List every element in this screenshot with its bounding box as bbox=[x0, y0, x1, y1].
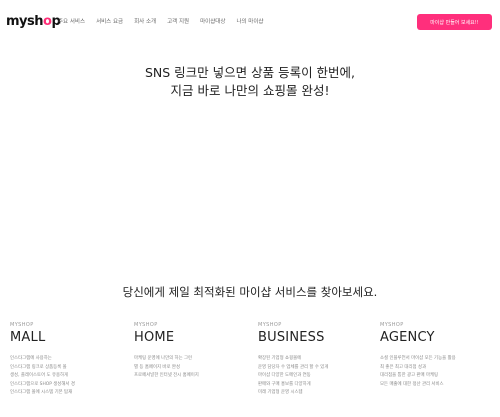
service-label: MYSHOP bbox=[380, 322, 404, 328]
desc-line: 운영 담당자 수 업체를 관리 할 수 있게 bbox=[258, 364, 329, 370]
desc-line: 인스타그램 링크로 상품등록 몰 bbox=[10, 364, 67, 370]
service-desc: 확장된 기업형 쇼핑몰에 운영 담당자 수 업체를 관리 할 수 있게 마이샵 … bbox=[258, 355, 368, 398]
hero-line-2: 지금 바로 나만의 쇼핑몰 완성! bbox=[170, 83, 330, 98]
hero-line-1: SNS 링크만 넣으면 상품 등록이 한번에, bbox=[144, 65, 356, 80]
service-desc: 소셜 인플루언서 마이샵 모든 기능을 활용 최 좋은 최고 대리점 성과 대리… bbox=[380, 355, 490, 389]
desc-line: 확장된 기업형 쇼핑몰에 bbox=[258, 356, 302, 361]
desc-line: 마이샵 다양한 도메인과 연동 bbox=[258, 373, 311, 378]
desc-line: 별 등 홈페이지 바로 완성 bbox=[134, 364, 180, 370]
nav-item-company[interactable]: 회사 소개 bbox=[134, 17, 156, 25]
nav-item-pricing[interactable]: 서비스 요금 bbox=[96, 17, 123, 25]
desc-line: 소셜 인플루언서 마이샵 모든 기능을 활용 bbox=[380, 356, 456, 361]
desc-line: 인스타그램에 사용하는 bbox=[10, 356, 52, 361]
desc-line: 판매와 구매 홍보를 다양하게 bbox=[258, 381, 311, 387]
nav-item-services[interactable]: 주요 서비스 bbox=[58, 17, 85, 25]
hero: SNS 링크만 넣으면 상품 등록이 한번에, 지금 바로 나만의 쇼핑몰 완성… bbox=[0, 64, 500, 100]
desc-line: 마케팅 운영에 나만의 하는 그런 bbox=[134, 356, 193, 361]
service-title: MALL bbox=[10, 330, 46, 345]
service-label: MYSHOP bbox=[258, 322, 282, 328]
service-title: BUSINESS bbox=[258, 330, 325, 345]
service-desc: 인스타그램에 사용하는 인스타그램 링크로 상품등록 몰 생성, 플레이스토어 … bbox=[10, 355, 120, 398]
desc-line: 인스타그램으로 SHOP 생성해서 경 bbox=[10, 381, 75, 387]
desc-line: 최 좋은 최고 대리점 성과 bbox=[380, 364, 426, 370]
create-shop-button[interactable]: 마이샵 만들어 보세요!! bbox=[417, 14, 492, 30]
service-card-mall[interactable]: MYSHOP MALL 인스타그램에 사용하는 인스타그램 링크로 상품등록 몰… bbox=[10, 322, 120, 398]
logo[interactable]: myshop bbox=[6, 14, 61, 29]
desc-line: 프로페셔널한 인터넷 전시 홈페이지 bbox=[134, 373, 199, 378]
service-card-business[interactable]: MYSHOP BUSINESS 확장된 기업형 쇼핑몰에 운영 담당자 수 업체… bbox=[258, 322, 368, 398]
desc-line: 모든 매출에 대한 정산 관리 서비스 bbox=[380, 381, 444, 387]
desc-line: 대리점을 통한 광고 판매 마케팅 bbox=[380, 373, 439, 378]
service-title: HOME bbox=[134, 330, 175, 345]
section-subhead: 당신에게 제일 최적화된 마이샵 서비스를 찾아보세요. bbox=[122, 285, 378, 299]
nav-item-support[interactable]: 고객 지원 bbox=[167, 17, 189, 25]
desc-line: 미래 기업형 운영 시스템 bbox=[258, 390, 303, 395]
desc-line: 인스타그램 몰에 시스템 기본 탑재 bbox=[10, 390, 73, 395]
logo-text: mysh bbox=[6, 14, 44, 29]
service-card-home[interactable]: MYSHOP HOME 마케팅 운영에 나만의 하는 그런 별 등 홈페이지 바… bbox=[134, 322, 244, 381]
service-title: AGENCY bbox=[380, 330, 435, 345]
nav-item-target[interactable]: 마이샵대상 bbox=[200, 17, 225, 25]
nav-item-myshop[interactable]: 나의 마이샵 bbox=[236, 17, 263, 25]
service-desc: 마케팅 운영에 나만의 하는 그런 별 등 홈페이지 바로 완성 프로페셔널한 … bbox=[134, 355, 244, 381]
service-card-agency[interactable]: MYSHOP AGENCY 소셜 인플루언서 마이샵 모든 기능을 활용 최 좋… bbox=[380, 322, 490, 389]
desc-line: 생성, 플레이스토어 도 유용하게 bbox=[10, 373, 69, 378]
header: myshop 주요 서비스 서비스 요금 회사 소개 고객 지원 마이샵대상 나… bbox=[0, 0, 500, 46]
main-nav: 주요 서비스 서비스 요금 회사 소개 고객 지원 마이샵대상 나의 마이샵 bbox=[58, 17, 275, 25]
service-label: MYSHOP bbox=[10, 322, 34, 328]
service-label: MYSHOP bbox=[134, 322, 158, 328]
